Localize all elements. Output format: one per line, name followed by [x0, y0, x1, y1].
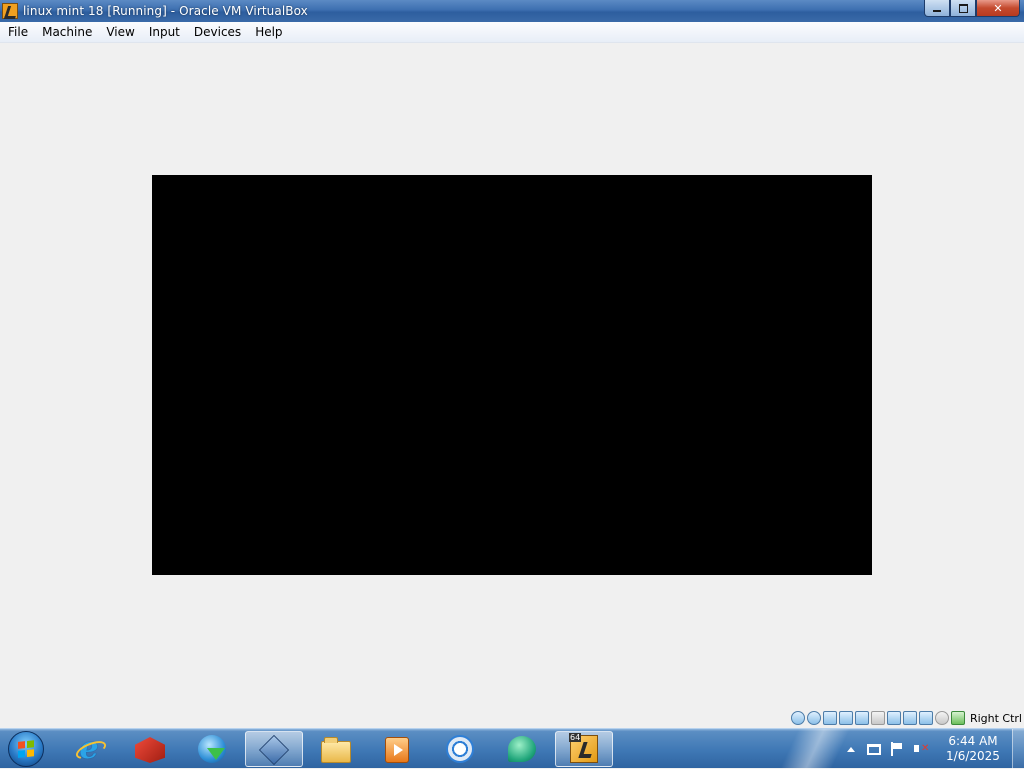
network-icon[interactable] — [838, 711, 853, 725]
menu-file[interactable]: File — [0, 22, 35, 43]
optical-drive-icon[interactable] — [806, 711, 821, 725]
hard-disk-icon[interactable] — [790, 711, 805, 725]
taskbar-red-box-app[interactable] — [121, 731, 179, 767]
taskbar: e 64 6:44 AM 1/6/2025 — [0, 728, 1024, 769]
virtualization-icon[interactable] — [918, 711, 933, 725]
menu-devices[interactable]: Devices — [187, 22, 248, 43]
taskbar-chat-app[interactable] — [493, 731, 551, 767]
menu-input[interactable]: Input — [142, 22, 187, 43]
window-title: linux mint 18 [Running] - Oracle VM Virt… — [23, 4, 308, 18]
vm-display[interactable] — [152, 175, 872, 575]
volume-muted-icon[interactable] — [913, 741, 929, 757]
media-player-icon — [385, 737, 409, 763]
close-button[interactable]: ✕ — [976, 0, 1020, 17]
file-explorer-icon — [321, 736, 351, 763]
menu-machine[interactable]: Machine — [35, 22, 99, 43]
virtualbox-manager-icon — [258, 734, 290, 766]
shared-folders-icon[interactable] — [870, 711, 885, 725]
mouse-integration-icon[interactable] — [934, 711, 949, 725]
close-icon: ✕ — [993, 1, 1003, 15]
windows-logo-icon — [18, 740, 35, 759]
taskbar-file-explorer[interactable] — [307, 731, 365, 767]
start-button[interactable] — [8, 731, 44, 767]
minimize-icon — [933, 10, 941, 12]
internet-download-manager-icon — [198, 735, 226, 763]
taskbar-internet-explorer[interactable]: e — [60, 731, 118, 767]
badge-64: 64 — [569, 733, 582, 742]
window-controls: ✕ — [924, 0, 1020, 18]
clock-date: 1/6/2025 — [946, 749, 1000, 763]
menu-help[interactable]: Help — [248, 22, 289, 43]
video-capture-icon[interactable] — [902, 711, 917, 725]
display-icon[interactable] — [886, 711, 901, 725]
audio-icon[interactable] — [822, 711, 837, 725]
minimize-button[interactable] — [924, 0, 950, 17]
action-center-flag-icon[interactable] — [889, 741, 905, 757]
host-key-label: Right Ctrl — [969, 711, 1022, 725]
internet-explorer-icon: e — [74, 734, 104, 764]
chrome-browser-icon — [446, 735, 474, 763]
window-titlebar[interactable]: linux mint 18 [Running] - Oracle VM Virt… — [0, 0, 1024, 22]
taskbar-virtualbox-manager[interactable] — [245, 731, 303, 767]
clock[interactable]: 6:44 AM 1/6/2025 — [937, 734, 1009, 764]
chat-bubble-app-icon — [508, 736, 536, 762]
taskbar-chrome[interactable] — [431, 731, 489, 767]
restore-icon — [958, 3, 968, 13]
menu-bar: File Machine View Input Devices Help — [0, 22, 1024, 43]
keyboard-icon[interactable] — [950, 711, 965, 725]
show-hidden-icons-icon[interactable] — [847, 746, 855, 752]
system-tray: 6:44 AM 1/6/2025 — [847, 729, 1024, 769]
virtualbox-app-icon — [2, 3, 18, 19]
show-desktop-button[interactable] — [1012, 729, 1024, 769]
taskbar-virtualbox-vm[interactable]: 64 — [555, 731, 613, 767]
red-box-app-icon — [135, 737, 165, 763]
usb-icon[interactable] — [854, 711, 869, 725]
taskbar-media-player[interactable] — [368, 731, 426, 767]
virtualbox-vm-icon: 64 — [569, 733, 598, 763]
restore-button[interactable] — [950, 0, 976, 17]
menu-view[interactable]: View — [99, 22, 141, 43]
clock-time: 6:44 AM — [948, 734, 998, 748]
taskbar-download-manager[interactable] — [183, 731, 241, 767]
vm-status-bar: Right Ctrl — [790, 709, 1022, 727]
network-tray-icon[interactable] — [867, 743, 881, 755]
